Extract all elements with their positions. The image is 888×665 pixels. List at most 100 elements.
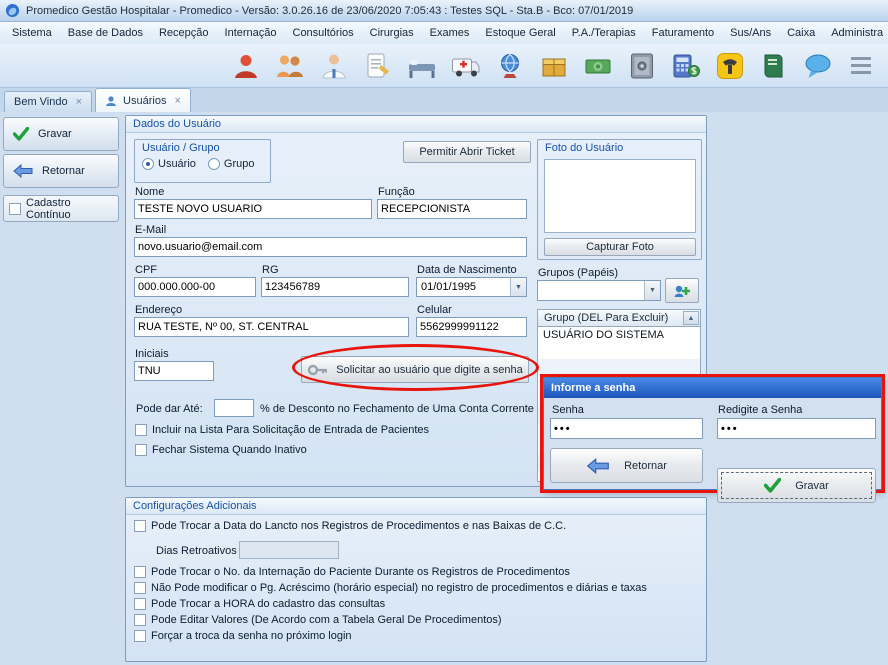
ledger-icon[interactable] (758, 50, 790, 82)
menu-recepcao[interactable]: Recepção (151, 24, 217, 42)
menu-estoque-geral[interactable]: Estoque Geral (477, 24, 563, 42)
menu-sistema[interactable]: Sistema (4, 24, 60, 42)
trocar-hora-checkbox[interactable]: Pode Trocar a HORA do cadastro das consu… (134, 598, 385, 610)
dialog-retornar-button[interactable]: Retornar (550, 448, 703, 483)
informe-senha-dialog: Informe a senha Senha Redigite a Senha R… (543, 377, 882, 490)
solicitar-senha-label: Solicitar ao usuário que digite a senha (336, 364, 523, 376)
senha-input[interactable] (550, 418, 703, 439)
endereco-input[interactable] (134, 317, 409, 337)
capturar-foto-label: Capturar Foto (586, 241, 654, 253)
close-icon[interactable]: × (76, 96, 82, 108)
patients-icon[interactable] (230, 50, 262, 82)
checkbox-box (134, 582, 146, 594)
nao-modificar-acrescimo-checkbox[interactable]: Não Pode modificar o Pg. Acréscimo (horá… (134, 582, 647, 594)
checkbox-box (134, 566, 146, 578)
forcar-troca-senha-label: Forçar a troca da senha no próximo login (151, 630, 352, 642)
foto-preview (544, 159, 696, 233)
menu-pa-terapias[interactable]: P.A./Terapias (564, 24, 644, 42)
fechar-sistema-label: Fechar Sistema Quando Inativo (152, 444, 307, 456)
cpf-label: CPF (135, 264, 157, 276)
senha-label: Senha (552, 404, 584, 416)
dialog-gravar-button[interactable]: Gravar (717, 468, 876, 503)
forcar-troca-senha-checkbox[interactable]: Forçar a troca da senha no próximo login (134, 630, 352, 642)
menu-caixa[interactable]: Caixa (779, 24, 823, 42)
cpf-input[interactable] (134, 277, 256, 297)
phone-icon[interactable] (714, 50, 746, 82)
menu-exames[interactable]: Exames (422, 24, 478, 42)
menu-consultorios[interactable]: Consultórios (285, 24, 362, 42)
grupos-papeis-label: Grupos (Papéis) (538, 267, 618, 279)
user-tab-icon (105, 95, 117, 107)
bed-icon[interactable] (406, 50, 438, 82)
menu-sus-ans[interactable]: Sus/Ans (722, 24, 779, 42)
grupo-list-item[interactable]: USUÁRIO DO SISTEMA (543, 329, 664, 341)
check-icon (13, 127, 29, 141)
menubar: Sistema Base de Dados Recepção Internaçã… (0, 22, 888, 44)
solicitar-senha-button[interactable]: Solicitar ao usuário que digite a senha (301, 356, 529, 383)
redigite-senha-input[interactable] (717, 418, 876, 439)
menu-faturamento[interactable]: Faturamento (644, 24, 722, 42)
chevron-down-icon[interactable]: ▼ (644, 281, 660, 300)
incluir-lista-checkbox[interactable]: Incluir na Lista Para Solicitação de Ent… (135, 424, 429, 436)
retornar-label: Retornar (42, 165, 85, 177)
usuario-grupo-title: Usuário / Grupo (135, 140, 270, 156)
celular-input[interactable] (416, 317, 527, 337)
exams-icon[interactable] (494, 50, 526, 82)
radio-grupo[interactable] (208, 158, 220, 170)
nome-input[interactable] (134, 199, 372, 219)
menu-cirurgias[interactable]: Cirurgias (362, 24, 422, 42)
ambulance-icon[interactable] (450, 50, 482, 82)
scroll-up-icon[interactable]: ▲ (683, 311, 699, 325)
email-input[interactable] (134, 237, 527, 257)
prescription-icon[interactable] (362, 50, 394, 82)
email-label: E-Mail (135, 224, 166, 236)
dados-group-title: Dados do Usuário (126, 116, 706, 133)
menu-administracao[interactable]: Administra (823, 24, 888, 42)
dialog-titlebar: Informe a senha (544, 378, 881, 398)
add-group-button[interactable] (665, 278, 699, 303)
cadastro-continuo-checkbox[interactable]: Cadastro Contínuo (3, 195, 119, 222)
radio-usuario[interactable] (142, 158, 154, 170)
redigite-senha-label: Redigite a Senha (718, 404, 802, 416)
grupos-papeis-select[interactable]: ▼ (537, 280, 661, 301)
safe-icon[interactable] (626, 50, 658, 82)
retornar-button[interactable]: Retornar (3, 154, 119, 188)
menu-base-de-dados[interactable]: Base de Dados (60, 24, 151, 42)
fechar-sistema-checkbox[interactable]: Fechar Sistema Quando Inativo (135, 444, 307, 456)
tab-bem-vindo[interactable]: Bem Vindo × (4, 91, 92, 112)
trocar-internacao-checkbox[interactable]: Pode Trocar o No. da Internação do Pacie… (134, 566, 570, 578)
checkbox-box (134, 630, 146, 642)
permitir-abrir-ticket-button[interactable]: Permitir Abrir Ticket (403, 141, 531, 163)
doctor-icon[interactable] (318, 50, 350, 82)
checkbox-box (9, 203, 21, 215)
app-window: Promedico Gestão Hospitalar - Promedico … (0, 0, 888, 665)
cashier-icon[interactable] (670, 50, 702, 82)
menu-internacao[interactable]: Internação (217, 24, 285, 42)
reception-icon[interactable] (274, 50, 306, 82)
endereco-label: Endereço (135, 304, 182, 316)
stock-icon[interactable] (538, 50, 570, 82)
incluir-lista-label: Incluir na Lista Para Solicitação de Ent… (152, 424, 429, 436)
trocar-data-lancto-checkbox[interactable]: Pode Trocar a Data do Lancto nos Registr… (134, 520, 566, 532)
desconto-suffix-label: % de Desconto no Fechamento de Uma Conta… (260, 403, 534, 415)
gravar-button[interactable]: Gravar (3, 117, 119, 151)
funcao-input[interactable] (377, 199, 527, 219)
rg-input[interactable] (261, 277, 409, 297)
close-icon[interactable]: × (174, 95, 180, 107)
more-icon[interactable] (846, 50, 878, 82)
key-icon (307, 362, 329, 378)
radio-usuario-label: Usuário (158, 158, 196, 170)
iniciais-input[interactable] (134, 361, 214, 381)
chevron-down-icon[interactable]: ▼ (510, 278, 526, 296)
chat-icon[interactable] (802, 50, 834, 82)
desconto-input[interactable] (214, 399, 254, 417)
capturar-foto-button[interactable]: Capturar Foto (544, 238, 696, 256)
billing-icon[interactable] (582, 50, 614, 82)
iniciais-label: Iniciais (135, 348, 169, 360)
nao-modificar-acrescimo-label: Não Pode modificar o Pg. Acréscimo (horá… (151, 582, 647, 594)
tab-usuarios[interactable]: Usuários × (95, 88, 191, 112)
editar-valores-checkbox[interactable]: Pode Editar Valores (De Acordo com a Tab… (134, 614, 502, 626)
nascimento-select[interactable]: 01/01/1995 ▼ (416, 277, 527, 297)
nome-label: Nome (135, 186, 164, 198)
gravar-label: Gravar (38, 128, 72, 140)
